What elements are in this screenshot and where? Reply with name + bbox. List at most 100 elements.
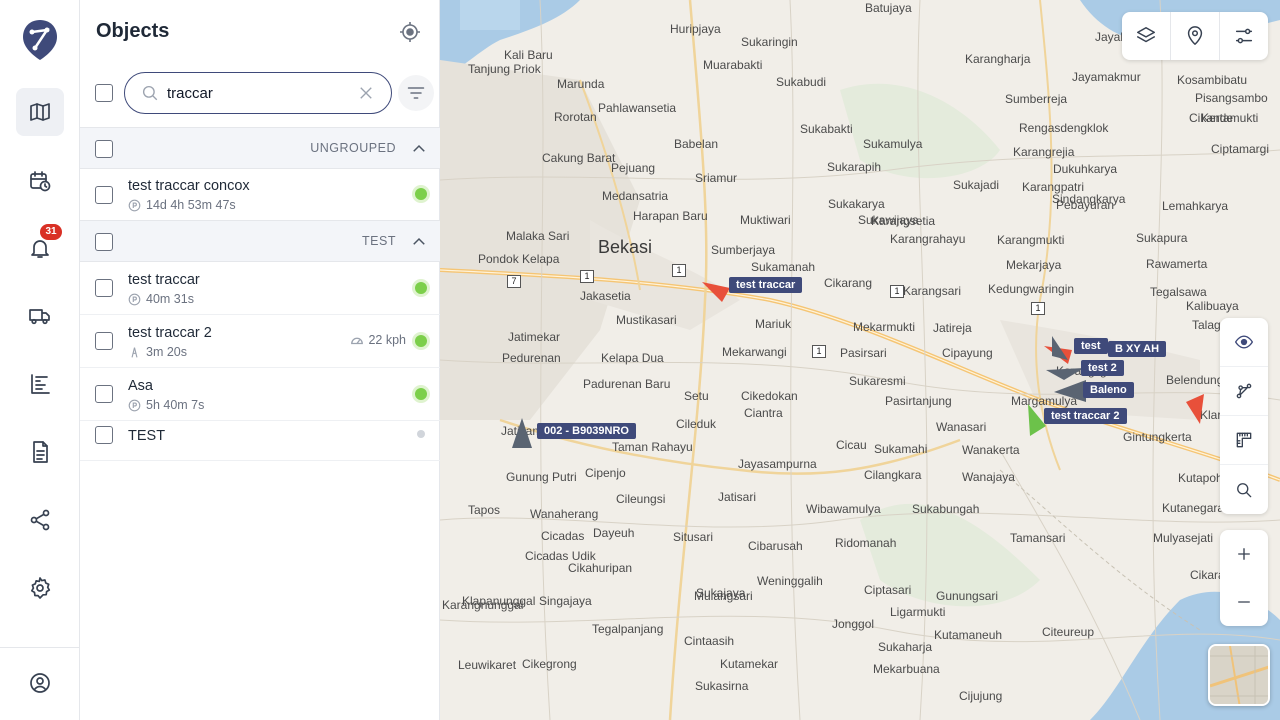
object-status: 3m 20s <box>128 345 187 359</box>
vehicle-label[interactable]: test <box>1074 338 1108 354</box>
group-name: UNGROUPED <box>310 141 396 155</box>
parked-icon <box>128 199 141 211</box>
map-settings-button[interactable] <box>1220 12 1268 60</box>
nav-share-button[interactable] <box>16 496 64 544</box>
zoom-out-button[interactable] <box>1220 578 1268 626</box>
nav-history-button[interactable] <box>16 157 64 205</box>
object-name: test traccar 2 <box>128 325 212 341</box>
filter-icon <box>407 87 425 99</box>
search-input[interactable] <box>167 82 347 104</box>
vehicle-label[interactable]: Baleno <box>1083 382 1134 398</box>
object-row[interactable]: test traccar concox 14d 4h 53m 47s <box>80 168 440 221</box>
status-dot-online <box>415 388 427 400</box>
moving-icon <box>131 346 138 358</box>
map-toolbar <box>1122 12 1268 60</box>
object-status-text: 40m 31s <box>146 292 194 306</box>
minimap-image <box>1210 646 1268 704</box>
sliders-icon <box>1235 28 1253 44</box>
minimap-thumbnail[interactable] <box>1208 644 1270 706</box>
object-name: Asa <box>128 378 153 394</box>
notification-badge: 31 <box>40 224 62 240</box>
nav-map-button[interactable] <box>16 88 64 136</box>
close-icon <box>360 87 372 99</box>
map-side-tools <box>1220 318 1268 514</box>
vehicle-label[interactable]: test traccar <box>729 277 803 293</box>
status-dot-online <box>415 188 427 200</box>
layers-icon <box>1137 27 1155 43</box>
search-icon <box>142 85 158 101</box>
bar-chart-icon <box>31 374 50 394</box>
vehicle-label[interactable]: test 2 <box>1081 360 1124 376</box>
plus-icon <box>1238 548 1250 560</box>
route-button[interactable] <box>1220 367 1268 416</box>
nav-settings-button[interactable] <box>16 564 64 612</box>
vehicle-marker-arrow <box>1046 368 1084 380</box>
object-speed: 22 kph <box>350 333 406 347</box>
vehicle-marker-arrow <box>1186 394 1204 424</box>
map-pin-icon <box>1187 26 1203 45</box>
search-icon <box>1237 482 1252 497</box>
map-layers-button[interactable] <box>1122 12 1171 60</box>
object-status-text: 14d 4h 53m 47s <box>146 198 236 212</box>
vehicle-marker-arrow <box>1054 380 1086 402</box>
objects-panel: Objects UNGROUPED test traccar concox <box>80 0 440 720</box>
object-checkbox[interactable] <box>95 279 113 297</box>
app-logo[interactable] <box>20 18 60 62</box>
zoom-in-button[interactable] <box>1220 530 1268 578</box>
object-row[interactable]: TEST <box>80 421 440 461</box>
object-row[interactable]: test traccar 2 3m 20s 22 kph <box>80 315 440 368</box>
object-speed-text: 22 kph <box>368 333 406 347</box>
group-header-test[interactable]: TEST <box>80 220 440 262</box>
object-name: test traccar concox <box>128 178 250 194</box>
object-status: 14d 4h 53m 47s <box>128 198 236 212</box>
map-icon <box>30 103 50 121</box>
object-row[interactable]: test traccar 40m 31s <box>80 262 440 315</box>
map-search-button[interactable] <box>1220 465 1268 514</box>
object-name: TEST <box>128 428 166 444</box>
vehicle-label[interactable]: B XY AH <box>1108 341 1167 357</box>
group-checkbox[interactable] <box>95 140 113 158</box>
map-places-button[interactable] <box>1171 12 1220 60</box>
nav-rail: 31 <box>0 0 80 720</box>
chevron-up-icon[interactable] <box>410 233 428 251</box>
group-header-ungrouped[interactable]: UNGROUPED <box>80 127 440 169</box>
route-icon <box>1236 383 1252 399</box>
object-checkbox[interactable] <box>95 426 113 444</box>
minus-icon <box>1238 601 1250 603</box>
map-view[interactable]: BatujayaHuripjayaSukaringinKarangharjaJa… <box>440 0 1280 720</box>
clear-search-button[interactable] <box>357 84 375 102</box>
vehicle-marker-arrow <box>702 282 730 302</box>
gear-icon <box>30 577 51 599</box>
object-checkbox[interactable] <box>95 332 113 350</box>
chevron-up-icon[interactable] <box>410 140 428 158</box>
object-checkbox[interactable] <box>95 385 113 403</box>
panel-title: Objects <box>96 20 170 42</box>
parked-icon <box>128 293 141 305</box>
nav-notifications-button[interactable]: 31 <box>16 224 64 272</box>
search-field[interactable] <box>124 72 392 114</box>
select-all-checkbox[interactable] <box>95 84 113 102</box>
object-status-text: 3m 20s <box>146 345 187 359</box>
filter-button[interactable] <box>398 75 434 111</box>
group-checkbox[interactable] <box>95 233 113 251</box>
nav-objects-button[interactable] <box>16 292 64 340</box>
locate-button[interactable] <box>398 20 422 44</box>
parked-icon <box>128 399 141 411</box>
object-name: test traccar <box>128 272 200 288</box>
object-row[interactable]: Asa 5h 40m 7s <box>80 368 440 421</box>
visibility-button[interactable] <box>1220 318 1268 367</box>
app-root: 31 Objects traccar UNGROUPED test tracca… <box>0 0 1280 720</box>
speedometer-icon <box>351 337 364 345</box>
nav-documents-button[interactable] <box>16 428 64 476</box>
nav-reports-button[interactable] <box>16 360 64 408</box>
nav-account-button[interactable] <box>16 659 64 707</box>
truck-icon <box>29 309 50 325</box>
object-status: 40m 31s <box>128 292 194 306</box>
status-dot-online <box>415 335 427 347</box>
vehicle-label[interactable]: 002 - B9039NRO <box>537 423 636 439</box>
vehicle-marker-arrow <box>1052 336 1068 360</box>
object-checkbox[interactable] <box>95 186 113 204</box>
measure-button[interactable] <box>1220 416 1268 465</box>
vehicle-label[interactable]: test traccar 2 <box>1044 408 1127 424</box>
rail-divider <box>0 647 80 648</box>
